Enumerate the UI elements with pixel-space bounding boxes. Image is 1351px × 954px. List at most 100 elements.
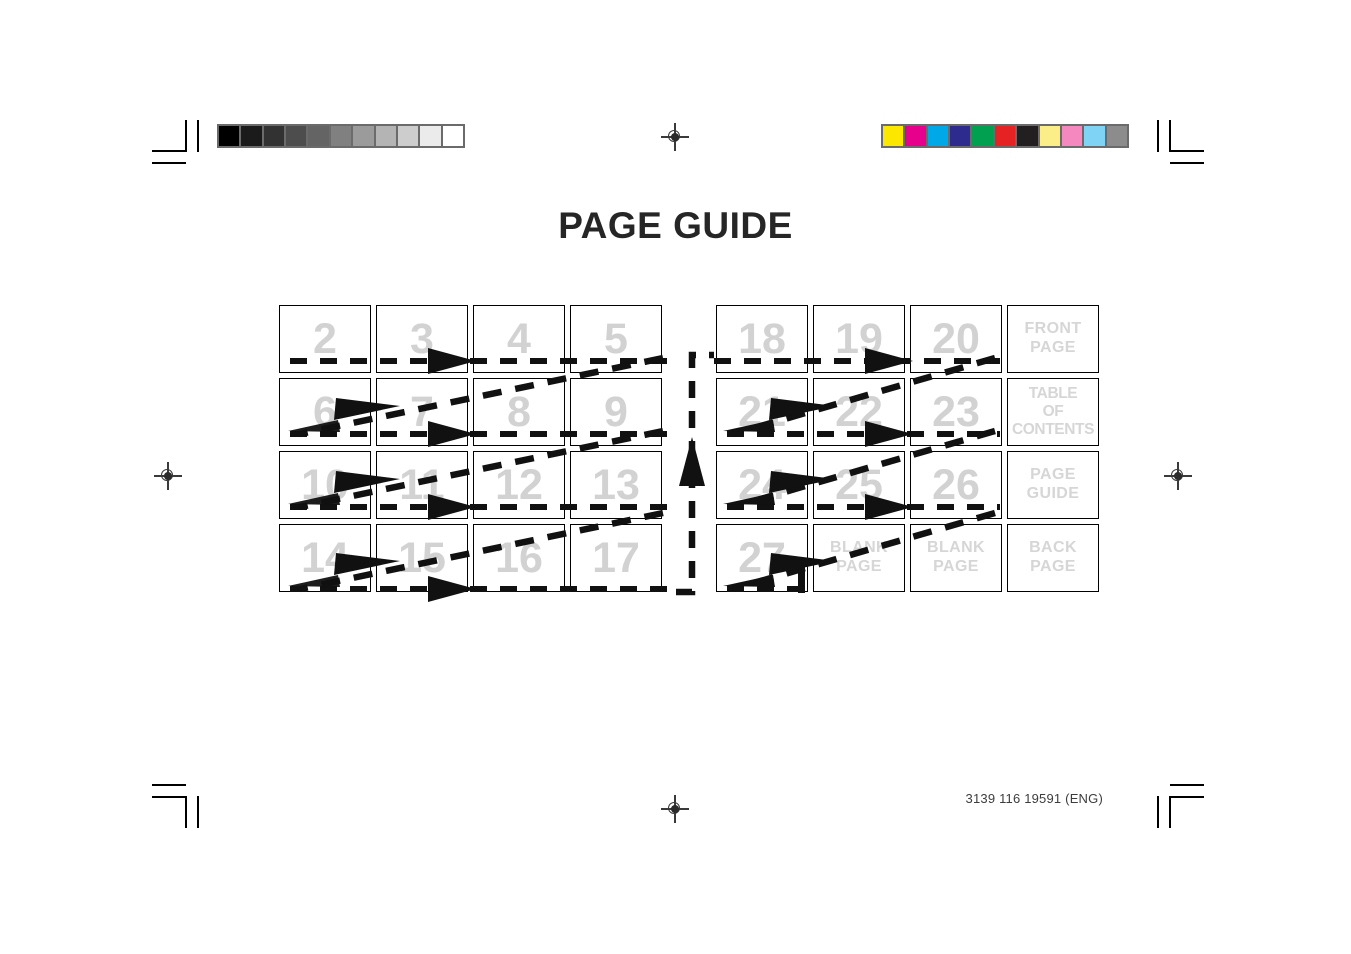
right-page-cell-6: 23 [910, 378, 1002, 446]
page-number: 17 [592, 533, 640, 582]
reg-dot [671, 133, 679, 141]
color-swatch-10 [1106, 126, 1127, 146]
color-swatch-5 [994, 126, 1016, 146]
right-page-cell-3: FRONT PAGE [1007, 305, 1099, 373]
page-number: 10 [301, 460, 349, 509]
page-number: 27 [738, 533, 786, 582]
right-page-cell-9: 25 [813, 451, 905, 519]
left-page-cell-12: 14 [279, 524, 371, 592]
left-page-cell-6: 8 [473, 378, 565, 446]
left-page-cell-1: 3 [376, 305, 468, 373]
grayscale-swatch-0 [219, 126, 240, 146]
registration-mark-bottom-center [661, 795, 689, 823]
page-number: 15 [398, 533, 446, 582]
right-page-cell-15: BACK PAGE [1007, 524, 1099, 592]
page-number: 12 [495, 460, 543, 509]
page-number: 2 [313, 314, 337, 363]
page-title: PAGE GUIDE [558, 205, 793, 246]
left-page-cell-9: 11 [376, 451, 468, 519]
page-number: 23 [932, 387, 980, 436]
page-number: 21 [738, 387, 786, 436]
right-page-cell-12: 27 [716, 524, 808, 592]
grayscale-swatch-9 [420, 126, 441, 146]
page-number: 8 [507, 387, 531, 436]
grayscale-swatch-1 [241, 126, 262, 146]
page-number: 3 [410, 314, 434, 363]
page-label: TABLE OF CONTENTS [1011, 384, 1095, 439]
page-number: 9 [604, 387, 628, 436]
right-page-cell-8: 24 [716, 451, 808, 519]
page-number: 13 [592, 460, 640, 509]
page-number: 18 [738, 314, 786, 363]
page-number: 16 [495, 533, 543, 582]
right-page-cell-13: BLANK PAGE [813, 524, 905, 592]
left-page-cell-10: 12 [473, 451, 565, 519]
registration-mark-top-center [661, 123, 689, 151]
grayscale-step-wedge [217, 124, 465, 148]
color-swatch-6 [1017, 126, 1038, 146]
left-page-cell-5: 7 [376, 378, 468, 446]
page-label: BACK PAGE [1029, 539, 1077, 575]
right-page-cell-0: 18 [716, 305, 808, 373]
page-number: 25 [835, 460, 883, 509]
color-swatch-1 [905, 126, 926, 146]
left-page-cell-8: 10 [279, 451, 371, 519]
color-swatch-0 [883, 126, 904, 146]
left-page-cell-11: 13 [570, 451, 662, 519]
page-grid-right: 18 19 20 FRONT PAGE 21 22 23 TABLE OF CONTENTS 24 25… [716, 305, 1099, 592]
page-number: 14 [301, 533, 349, 582]
left-page-cell-0: 2 [279, 305, 371, 373]
color-swatch-4 [972, 126, 993, 146]
grayscale-swatch-10 [442, 126, 463, 146]
reg-dot [671, 805, 679, 813]
page-label: FRONT PAGE [1024, 320, 1082, 356]
publication-code: 3139 116 19591 (ENG) [965, 791, 1103, 806]
page-label: BLANK PAGE [927, 539, 985, 575]
crop-mark-top-right [1152, 120, 1204, 164]
crop-mark-bottom-right [1152, 784, 1204, 828]
right-page-cell-11: PAGE GUIDE [1007, 451, 1099, 519]
grayscale-swatch-4 [308, 126, 329, 146]
left-page-cell-15: 17 [570, 524, 662, 592]
color-swatch-7 [1039, 126, 1060, 146]
registration-mark-right-center [1164, 462, 1192, 490]
left-page-cell-3: 5 [570, 305, 662, 373]
crop-mark-bottom-left [152, 784, 204, 828]
left-page-cell-2: 4 [473, 305, 565, 373]
right-page-cell-2: 20 [910, 305, 1002, 373]
page-label: BLANK PAGE [830, 539, 888, 575]
grayscale-swatch-8 [397, 126, 419, 146]
left-page-cell-14: 16 [473, 524, 565, 592]
reg-dot [1174, 472, 1182, 480]
process-color-bar [881, 124, 1129, 148]
right-page-cell-4: 21 [716, 378, 808, 446]
color-swatch-9 [1084, 126, 1105, 146]
page-number: 7 [410, 387, 434, 436]
left-page-cell-4: 6 [279, 378, 371, 446]
page-grid-left: 2 3 4 5 6 7 8 9 10 11 12 13 14 15 16 17 [279, 305, 662, 592]
grayscale-swatch-6 [353, 126, 374, 146]
grayscale-swatch-3 [286, 126, 307, 146]
page-number: 20 [932, 314, 980, 363]
page-number: 11 [399, 460, 445, 509]
page-number: 19 [835, 314, 883, 363]
color-swatch-8 [1061, 126, 1083, 146]
reg-dot [164, 472, 172, 480]
page-number: 22 [835, 387, 883, 436]
page-number: 4 [507, 314, 531, 363]
grayscale-swatch-2 [263, 126, 285, 146]
right-page-cell-14: BLANK PAGE [910, 524, 1002, 592]
registration-mark-left-center [154, 462, 182, 490]
page-number: 6 [313, 387, 337, 436]
right-page-cell-10: 26 [910, 451, 1002, 519]
left-page-cell-13: 15 [376, 524, 468, 592]
color-swatch-2 [927, 126, 949, 146]
right-page-cell-5: 22 [813, 378, 905, 446]
right-page-cell-7: TABLE OF CONTENTS [1007, 378, 1099, 446]
page-number: 5 [604, 314, 628, 363]
grayscale-swatch-7 [375, 126, 396, 146]
page-number: 26 [932, 460, 980, 509]
crop-mark-top-left [152, 120, 204, 164]
page-number: 24 [738, 460, 786, 509]
grayscale-swatch-5 [330, 126, 352, 146]
